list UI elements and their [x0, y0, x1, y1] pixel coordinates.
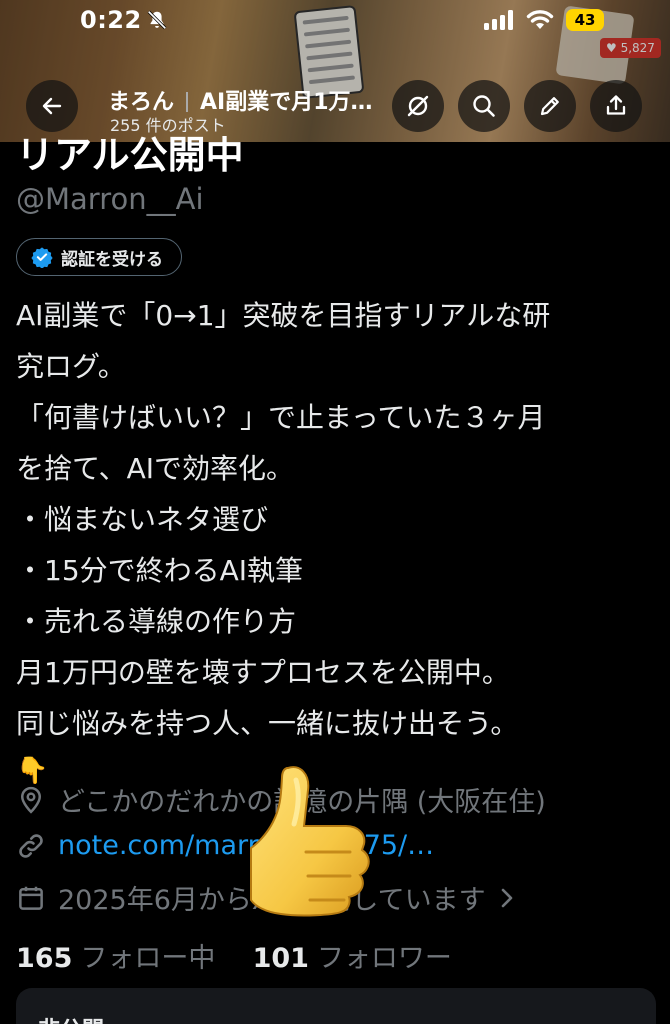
wifi-icon — [526, 10, 554, 29]
following-link[interactable]: 165 フォロー中 — [16, 943, 215, 974]
bio-line: 「何書けばいい？」で止まっていた３ヶ月 — [16, 401, 546, 434]
private-account-card: 非公開 — [16, 988, 656, 1024]
profile-handle: @Marron__Ai — [16, 182, 204, 216]
pencil-icon — [540, 97, 559, 116]
search-icon — [473, 95, 495, 117]
get-verified-label: 認証を受ける — [61, 249, 163, 270]
bio-line: ・悩まないネタ選び — [16, 503, 269, 536]
calendar-icon — [19, 886, 43, 910]
verified-badge-icon — [31, 247, 53, 268]
arrow-left-icon — [42, 97, 62, 115]
search-button[interactable] — [458, 80, 510, 132]
bio-line: 究ログ。 — [16, 350, 126, 383]
private-card-label: 非公開 — [38, 1012, 104, 1024]
profile-display-name: リアル公開中 — [16, 136, 244, 176]
share-button[interactable] — [590, 80, 642, 132]
bio-line: ・15分で終わるAI執筆 — [16, 554, 304, 587]
bio-line: 月1万円の壁を壊すプロセスを公開中。 — [16, 656, 510, 689]
profile-bio: AI副業で「0→1」突破を目指すリアルな研 究ログ。 「何書けばいい？」で止まっ… — [16, 290, 666, 793]
share-icon — [606, 95, 626, 115]
silent-bell-icon — [147, 10, 167, 30]
nav-pinned-title: AI副業で月1万… — [200, 90, 373, 115]
thumbs-up-sticker-icon — [250, 766, 370, 917]
following-label: フォロー中 — [80, 943, 216, 974]
post-count: 255 件のポスト — [110, 116, 226, 135]
location-pin-icon — [20, 786, 42, 814]
edit-button[interactable] — [524, 80, 576, 132]
signal-icon — [484, 10, 513, 30]
bio-line: ・売れる導線の作り方 — [16, 605, 297, 638]
follow-counts: 165 フォロー中 101 フォロワー — [16, 936, 452, 975]
link-icon — [19, 833, 43, 858]
chevron-right-icon — [501, 888, 512, 907]
bio-line: を捨て、AIで効率化。 — [16, 452, 295, 485]
status-bar: 0:22 43 — [0, 0, 670, 44]
grok-button[interactable] — [392, 80, 444, 132]
followers-link[interactable]: 101 フォロワー — [253, 943, 452, 974]
bio-line: AI副業で「0→1」突破を目指すリアルな研 — [16, 299, 551, 332]
followers-label: フォロワー — [316, 943, 452, 974]
back-button[interactable] — [26, 80, 78, 132]
bio-line: 同じ悩みを持つ人、一緒に抜け出そう。 — [16, 707, 519, 740]
followers-count: 101 — [252, 943, 309, 974]
grok-icon — [407, 95, 429, 117]
following-count: 165 — [16, 943, 73, 974]
status-time: 0:22 — [80, 6, 142, 34]
get-verified-button[interactable]: 認証を受ける — [16, 238, 182, 276]
battery-indicator: 43 — [566, 9, 604, 31]
